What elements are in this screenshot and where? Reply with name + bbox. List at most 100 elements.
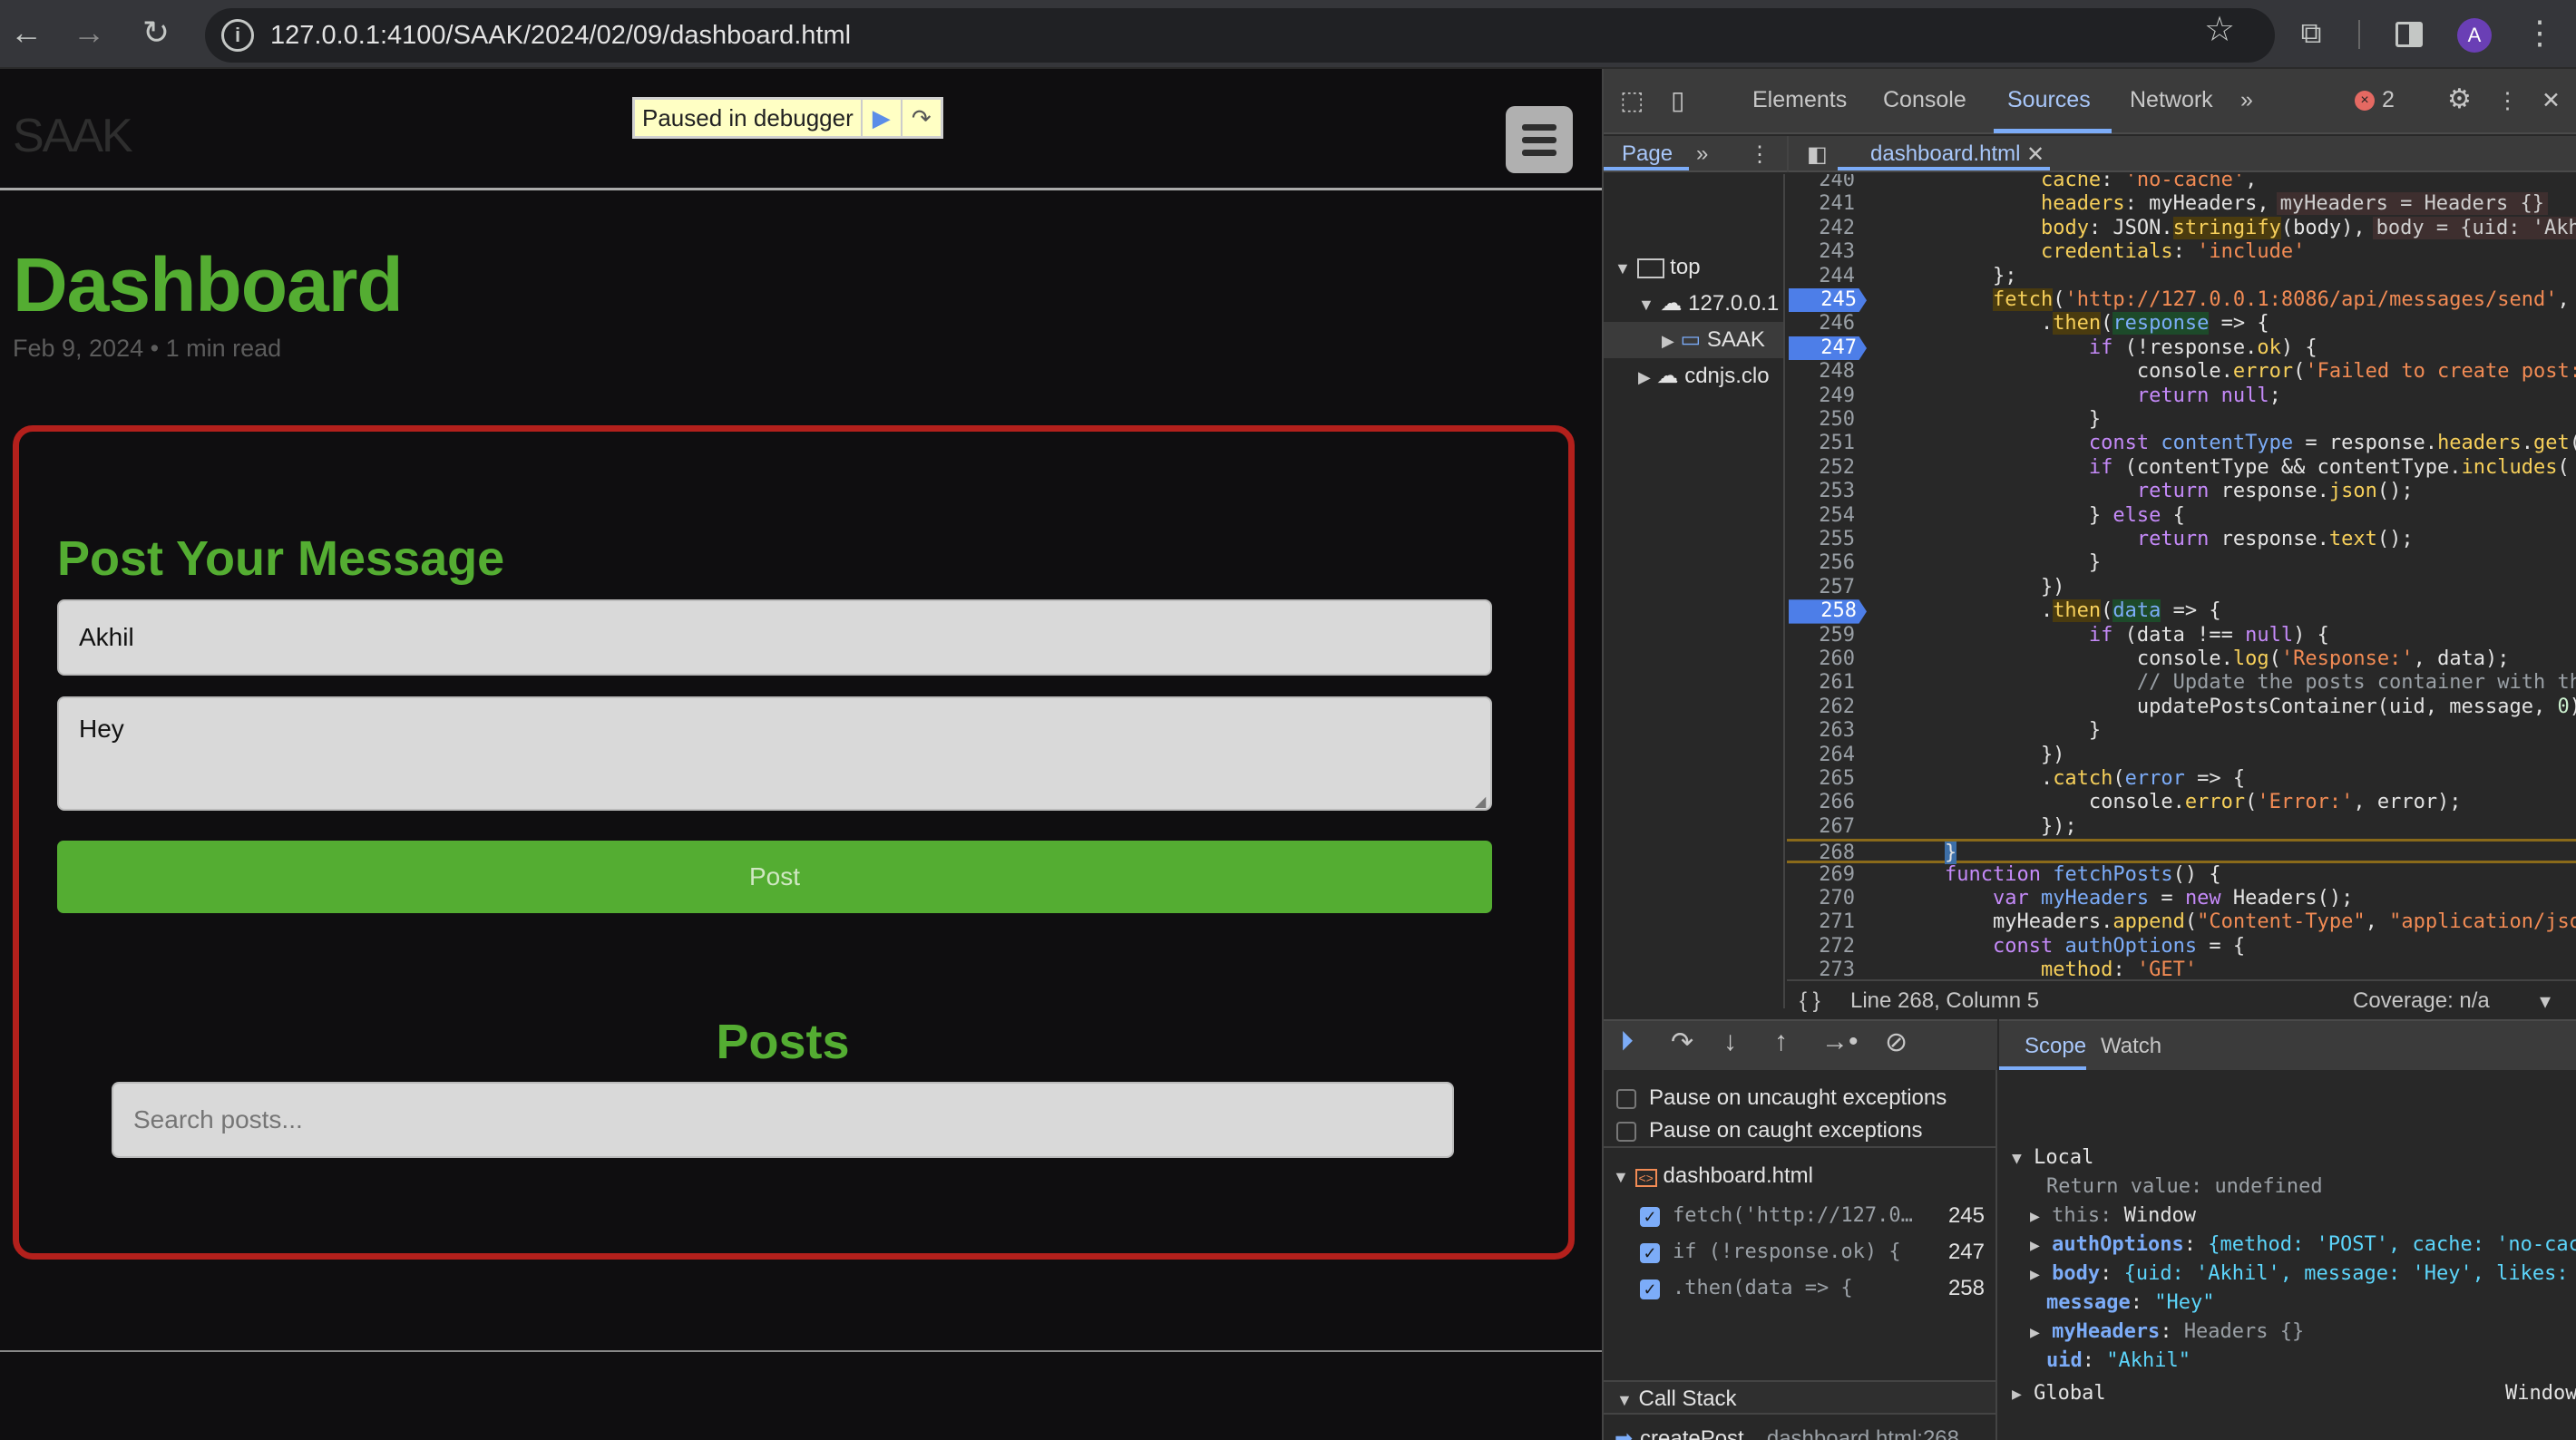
line-number[interactable]: 259 [1787,624,1855,647]
pause-caught-checkbox[interactable]: Pause on caught exceptions [1604,1114,1995,1148]
line-number[interactable]: 256 [1787,551,1855,575]
code-line[interactable]: 250 } [1787,408,2576,432]
code-line[interactable]: 247 if (!response.ok) { [1787,336,2576,361]
settings-gear-icon[interactable]: ⚙ [2447,83,2472,115]
line-number[interactable]: 267 [1787,815,1855,839]
code-line[interactable]: 261 // Update the posts container with t… [1787,671,2576,695]
tree-item-saak[interactable]: ▶ ▭ SAAK [1604,322,1783,358]
site-logo[interactable]: SAAK [13,109,133,163]
scope-global[interactable]: ▶ Global [2012,1379,2106,1408]
forward-icon[interactable]: → [69,13,109,53]
code-line[interactable]: 266 console.error('Error:', error); [1787,791,2576,814]
code-line[interactable]: 273 method: 'GET' [1787,958,2576,979]
line-number[interactable]: 250 [1787,408,1855,432]
code-line[interactable]: 262 updatePostsContainer(uid, message, 0… [1787,696,2576,719]
code-line[interactable]: 267 }); [1787,815,2576,839]
toggle-navigator-icon[interactable]: ◧ [1807,141,1828,168]
line-number[interactable]: 255 [1787,528,1855,551]
line-number[interactable]: 242 [1787,217,1855,240]
devtools-menu-icon[interactable]: ⋮ [2496,87,2519,114]
code-editor[interactable]: 240 cache: 'no-cache', 241 headers: myHea… [1787,174,2576,979]
code-line[interactable]: 257 }) [1787,576,2576,599]
line-number[interactable]: 249 [1787,384,1855,408]
code-line[interactable]: 245 fetch('http://127.0.0.1:8086/api/mes… [1787,288,2576,313]
line-number[interactable]: 269 [1787,863,1855,887]
line-number[interactable]: 265 [1787,767,1855,791]
code-line[interactable]: 243 credentials: 'include' [1787,240,2576,264]
line-number[interactable]: 261 [1787,671,1855,695]
code-line[interactable]: 255 return response.text(); [1787,528,2576,551]
code-line[interactable]: 264 }) [1787,744,2576,767]
code-line[interactable]: 246 .then(response => { [1787,312,2576,336]
extensions-icon[interactable]: ⧉ [2291,13,2331,53]
hamburger-menu-button[interactable] [1506,106,1573,173]
scope-local[interactable]: ▼ Local [2012,1143,2093,1172]
browser-menu-icon[interactable]: ⋮ [2520,13,2560,53]
resize-handle-icon[interactable]: ◢ [1475,793,1486,811]
code-line[interactable]: 251 const contentType = response.headers… [1787,432,2576,455]
code-line[interactable]: 248 console.error('Failed to create post… [1787,360,2576,384]
scope-body[interactable]: ▶ body: {uid: 'Akhil', message: 'Hey', l… [2030,1260,2569,1289]
name-input[interactable] [57,599,1492,676]
post-button[interactable]: Post [57,841,1492,913]
pause-uncaught-checkbox[interactable]: Pause on uncaught exceptions [1604,1081,1995,1115]
code-line[interactable]: 252 if (contentType && contentType.inclu… [1787,456,2576,480]
code-line[interactable]: 270 var myHeaders = new Headers(); [1787,887,2576,910]
breakpoint-checkbox[interactable]: ✓ [1640,1279,1660,1299]
breakpoints-file-group[interactable]: ▼ <> dashboard.html [1604,1159,1995,1193]
tab-scope[interactable]: Scope [2025,1034,2086,1059]
side-panel-icon[interactable] [2395,22,2423,47]
file-tab-dashboard[interactable]: dashboard.html [1870,141,2020,167]
line-number[interactable]: 252 [1787,456,1855,480]
call-stack-header[interactable]: ▼ Call Stack [1604,1380,1995,1415]
resume-icon[interactable]: ⏵ [1620,1026,1634,1057]
line-number[interactable]: 248 [1787,360,1855,384]
line-number[interactable]: 253 [1787,480,1855,503]
call-frame[interactable]: ➡ createPost dashboard.html:268 [1604,1422,1995,1440]
code-line[interactable]: 272 const authOptions = { [1787,935,2576,958]
code-line[interactable]: 240 cache: 'no-cache', [1787,174,2576,192]
line-number[interactable]: 254 [1787,504,1855,528]
code-line[interactable]: 242 body: JSON.stringify(body), body = {u… [1787,216,2576,240]
tab-console[interactable]: Console [1883,87,1966,113]
scope-myheaders[interactable]: ▶ myHeaders: Headers {} [2030,1318,2304,1347]
show-drawer-icon[interactable]: ▾ [2540,988,2551,1015]
line-number[interactable]: 240 [1787,174,1855,192]
breakpoint-item[interactable]: ✓ if (!response.ok) {247 [1604,1235,1995,1270]
device-toolbar-icon[interactable]: ▯ [1671,85,1684,115]
line-number[interactable]: 263 [1787,719,1855,743]
frame-location[interactable]: dashboard.html:268 [1767,1422,1959,1440]
code-line[interactable]: 244 }; [1787,265,2576,288]
tree-item-localhost[interactable]: ▼ ☁ 127.0.0.1 [1604,286,1783,322]
tree-item-cdnjs[interactable]: ▶ ☁ cdnjs.clo [1604,358,1783,394]
message-textarea[interactable]: Hey [57,696,1492,811]
code-line[interactable]: 256 } [1787,551,2576,575]
code-line[interactable]: 254 } else { [1787,504,2576,528]
breakpoint-marker[interactable]: 245 [1789,288,1867,313]
site-info-icon[interactable]: i [221,19,254,52]
step-over-icon[interactable]: ↷ [900,100,941,136]
profile-avatar[interactable]: A [2457,18,2492,53]
more-tabs-icon[interactable]: » [2240,87,2253,113]
breakpoint-item[interactable]: ✓ .then(data => {258 [1604,1271,1995,1306]
scope-authoptions[interactable]: ▶ authOptions: {method: 'POST', cache: '… [2030,1231,2576,1260]
line-number[interactable]: 266 [1787,791,1855,814]
code-line[interactable]: 269 function fetchPosts() { [1787,863,2576,887]
line-number[interactable]: 272 [1787,935,1855,958]
step-icon[interactable]: →• [1821,1026,1859,1057]
breakpoint-marker[interactable]: 258 [1789,599,1867,624]
line-number[interactable]: 257 [1787,576,1855,599]
line-number[interactable]: 243 [1787,240,1855,264]
code-line[interactable]: 260 console.log('Response:', data); [1787,647,2576,671]
breakpoint-checkbox[interactable]: ✓ [1640,1206,1660,1227]
tab-elements[interactable]: Elements [1752,87,1847,113]
address-bar[interactable]: i 127.0.0.1:4100/SAAK/2024/02/09/dashboa… [205,8,2275,63]
url-text[interactable]: 127.0.0.1:4100/SAAK/2024/02/09/dashboard… [270,21,851,51]
error-icon[interactable]: × [2355,91,2375,111]
code-line[interactable]: 249 return null; [1787,384,2576,408]
search-posts-input[interactable] [112,1082,1454,1158]
line-number[interactable]: 262 [1787,696,1855,719]
resume-icon[interactable]: ▶ [860,100,901,136]
line-number[interactable]: 273 [1787,958,1855,979]
step-into-icon[interactable]: ↓ [1723,1026,1737,1057]
